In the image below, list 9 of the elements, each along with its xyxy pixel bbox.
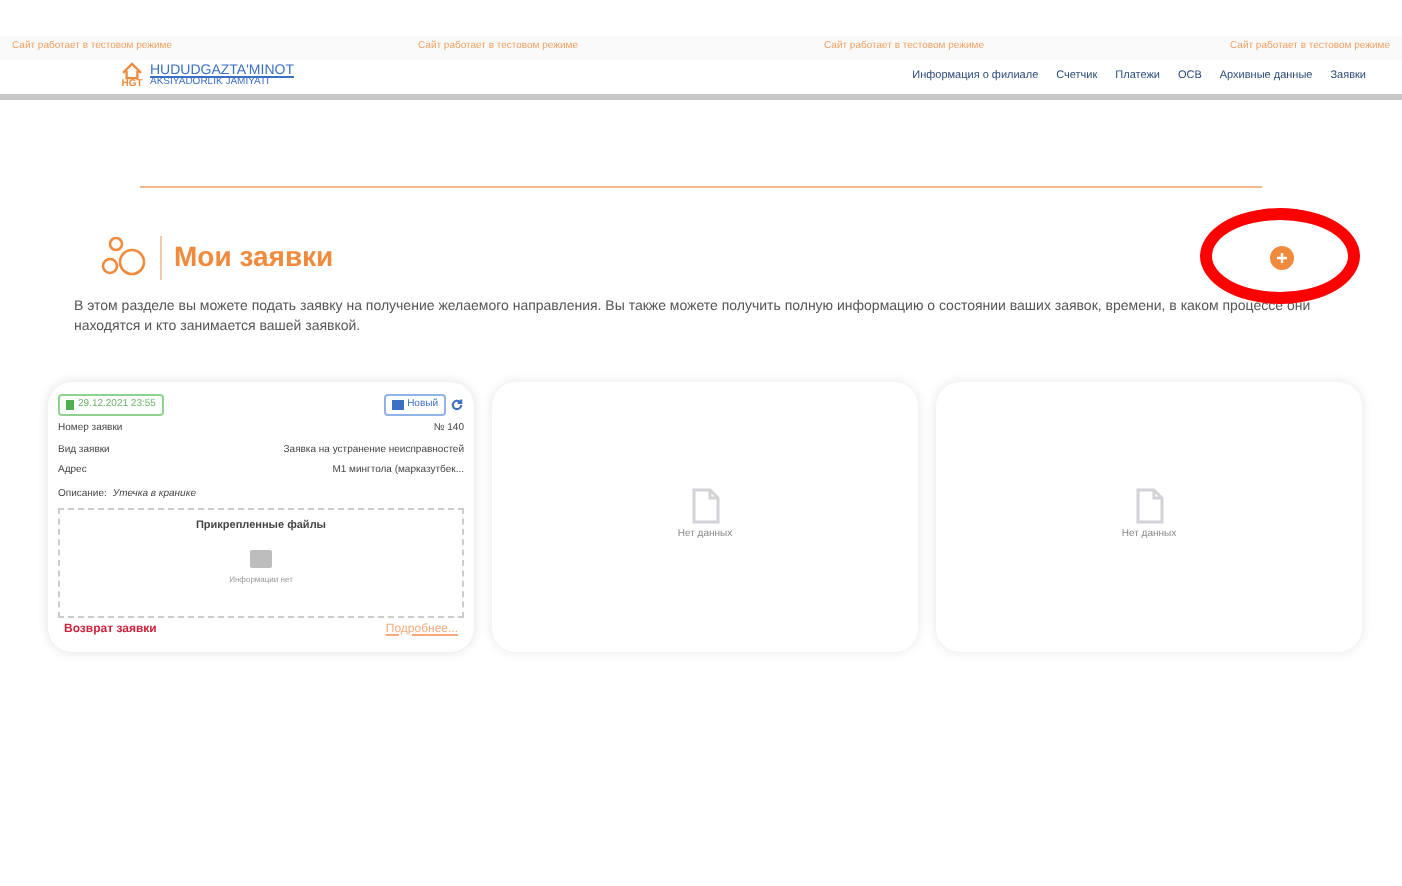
bubbles-icon <box>100 233 148 281</box>
refresh-icon[interactable] <box>450 397 464 412</box>
plus-icon <box>1276 251 1288 263</box>
document-icon <box>691 488 719 525</box>
status-icon <box>391 399 404 410</box>
add-button[interactable] <box>1270 245 1294 269</box>
page-title: Мои заявки <box>174 238 334 276</box>
house-logo-icon <box>120 62 144 80</box>
document-icon <box>1135 488 1163 525</box>
